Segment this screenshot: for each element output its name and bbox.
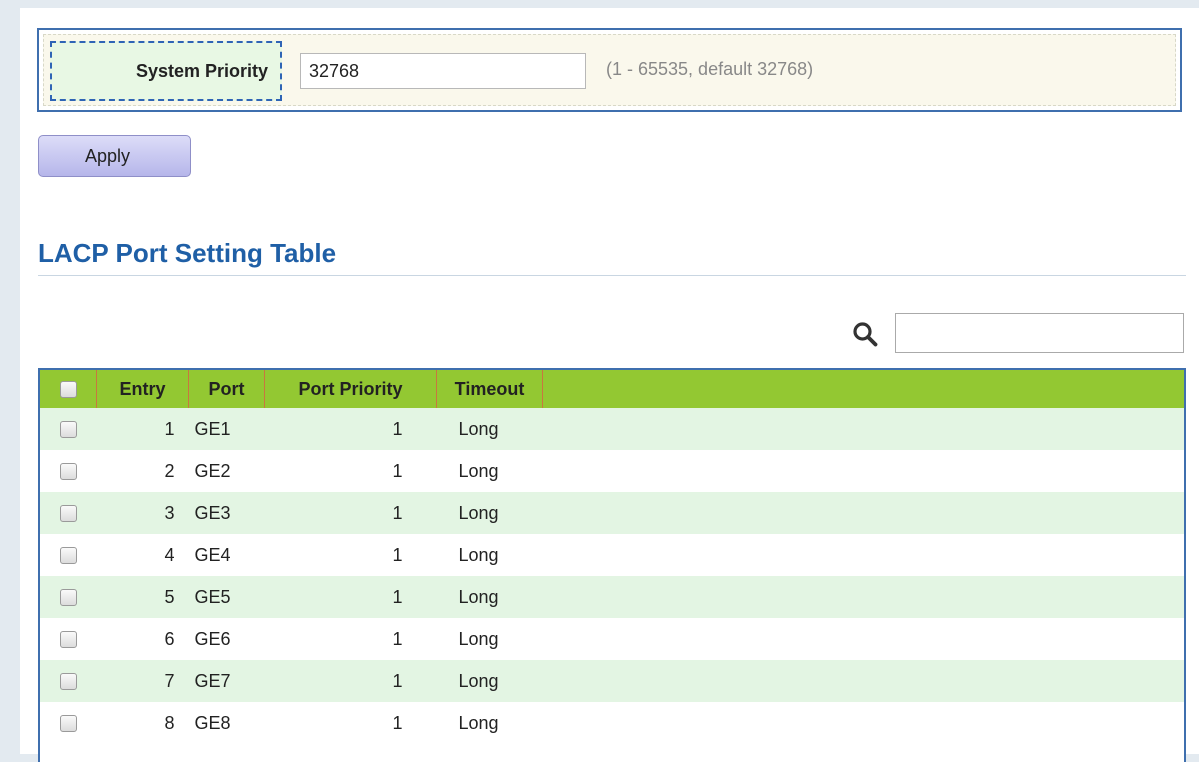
select-all-header [40,370,97,408]
cell-port: GE1 [194,418,231,439]
cell-port: GE6 [194,628,231,649]
table-row[interactable]: 1 GE1 1 Long [40,408,1184,450]
cell-timeout: Long [458,586,499,607]
row-checkbox[interactable] [59,547,77,565]
row-checkbox[interactable] [59,589,77,607]
cell-entry: 1 [164,418,175,439]
cell-spacer [543,618,1185,660]
row-checkbox-cell [40,492,97,534]
lacp-table: Entry Port Port Priority Timeout 1 GE1 1… [40,370,1184,744]
cell-port-priority: 1 [392,670,403,691]
cell-spacer [543,408,1185,450]
panel-inner: System Priority (1 - 65535, default 3276… [43,34,1176,106]
cell-timeout: Long [458,544,499,565]
cell-port-priority: 1 [392,544,403,565]
cell-port-priority: 1 [392,628,403,649]
cell-port-priority: 1 [392,418,403,439]
cell-timeout: Long [458,712,499,733]
table-row[interactable]: 5 GE5 1 Long [40,576,1184,618]
cell-entry: 3 [164,502,175,523]
row-checkbox-cell [40,534,97,576]
cell-port: GE8 [194,712,231,733]
cell-spacer [543,660,1185,702]
table-row[interactable]: 4 GE4 1 Long [40,534,1184,576]
row-checkbox[interactable] [59,463,77,481]
page-content: System Priority (1 - 65535, default 3276… [20,8,1199,762]
cell-timeout: Long [458,418,499,439]
row-checkbox-cell [40,660,97,702]
cell-spacer [543,534,1185,576]
cell-entry: 4 [164,544,175,565]
row-checkbox-cell [40,618,97,660]
row-checkbox-cell [40,408,97,450]
system-priority-input[interactable] [300,53,586,89]
table-header-row: Entry Port Port Priority Timeout [40,370,1184,408]
cell-port: GE4 [194,544,231,565]
row-checkbox[interactable] [59,715,77,733]
system-priority-label: System Priority [50,41,282,101]
cell-port-priority: 1 [392,712,403,733]
cell-port: GE3 [194,502,231,523]
cell-port-priority: 1 [392,502,403,523]
header-timeout[interactable]: Timeout [436,370,543,408]
cell-entry: 8 [164,712,175,733]
table-row[interactable]: 3 GE3 1 Long [40,492,1184,534]
cell-port: GE7 [194,670,231,691]
row-checkbox[interactable] [59,505,77,523]
row-checkbox[interactable] [59,631,77,649]
cell-spacer [543,450,1185,492]
section-divider [38,275,1186,276]
search-input[interactable] [895,313,1184,353]
system-priority-panel: System Priority (1 - 65535, default 3276… [37,28,1182,112]
row-checkbox-cell [40,702,97,744]
lacp-port-table: Entry Port Port Priority Timeout 1 GE1 1… [38,368,1186,762]
cell-entry: 5 [164,586,175,607]
cell-spacer [543,576,1185,618]
table-row[interactable]: 6 GE6 1 Long [40,618,1184,660]
table-row[interactable]: 8 GE8 1 Long [40,702,1184,744]
search-icon[interactable] [852,321,878,347]
section-title: LACP Port Setting Table [38,238,337,268]
apply-button[interactable]: Apply [38,135,191,177]
cell-spacer [543,702,1185,744]
header-port-priority[interactable]: Port Priority [264,370,437,408]
cell-timeout: Long [458,628,499,649]
row-checkbox[interactable] [59,421,77,439]
cell-entry: 2 [164,460,175,481]
table-row[interactable]: 7 GE7 1 Long [40,660,1184,702]
table-row[interactable]: 2 GE2 1 Long [40,450,1184,492]
header-entry[interactable]: Entry [96,370,189,408]
cell-timeout: Long [458,502,499,523]
cell-entry: 7 [164,670,175,691]
row-checkbox[interactable] [59,673,77,691]
header-spacer [543,370,1185,408]
cell-port: GE5 [194,586,231,607]
cell-spacer [543,492,1185,534]
row-checkbox-cell [40,450,97,492]
cell-entry: 6 [164,628,175,649]
cell-port-priority: 1 [392,586,403,607]
row-checkbox-cell [40,576,97,618]
cell-port-priority: 1 [392,460,403,481]
select-all-checkbox[interactable] [59,381,77,399]
cell-port: GE2 [194,460,231,481]
header-port[interactable]: Port [188,370,265,408]
cell-timeout: Long [458,460,499,481]
cell-timeout: Long [458,670,499,691]
system-priority-hint: (1 - 65535, default 32768) [606,59,814,79]
